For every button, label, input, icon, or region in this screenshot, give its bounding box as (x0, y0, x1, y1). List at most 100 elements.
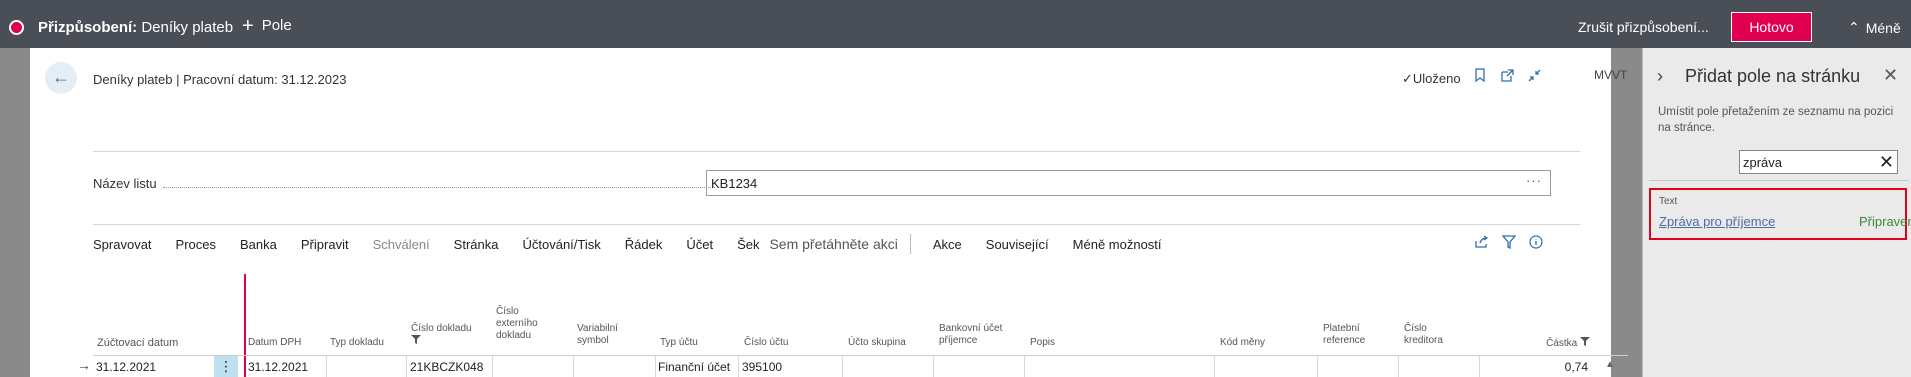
action-fewer-options[interactable]: Méně možností (1073, 237, 1162, 252)
divider (93, 151, 1580, 152)
col-doc-type[interactable]: Typ dokladu (330, 337, 384, 349)
cell-separator (842, 355, 843, 377)
col-amount-label: Částka (1546, 338, 1578, 349)
more-icon[interactable]: ··· (1526, 173, 1542, 188)
close-icon[interactable]: ✕ (1883, 65, 1898, 86)
cell-separator (1398, 355, 1399, 377)
filter-icon (1580, 337, 1590, 349)
collapse-icon[interactable] (1527, 68, 1542, 87)
plus-icon: + (242, 14, 254, 37)
action-process[interactable]: Proces (176, 237, 216, 252)
row-menu-icon[interactable]: ⋮ (214, 356, 238, 377)
saved-label: Uloženo (1412, 71, 1461, 86)
filter-icon (411, 335, 421, 347)
leader-dots (162, 180, 715, 188)
col-doc-no[interactable]: Číslo dokladu (411, 323, 472, 348)
cell-acc-no[interactable]: 395100 (742, 360, 782, 374)
search-result[interactable]: Text Zpráva pro příjemce Připraveno (1649, 180, 1911, 240)
user-initials[interactable]: MVVT (1594, 68, 1627, 82)
action-line[interactable]: Řádek (625, 237, 663, 252)
share-icon[interactable] (1474, 235, 1489, 252)
action-approval[interactable]: Schválení (373, 237, 430, 252)
drop-indicator (244, 274, 246, 377)
cell-separator (1317, 355, 1318, 377)
cancel-customization-button[interactable]: Zrušit přizpůsobení... (1578, 19, 1709, 35)
action-posting-print[interactable]: Účtování/Tisk (522, 237, 600, 252)
action-separator (909, 234, 911, 254)
col-pay-ref[interactable]: Platební reference (1323, 323, 1383, 347)
cell-separator (573, 355, 574, 377)
action-account[interactable]: Účet (686, 237, 713, 252)
col-acc-no[interactable]: Číslo účtu (744, 337, 788, 349)
col-description[interactable]: Popis (1030, 337, 1055, 349)
left-gutter (0, 48, 30, 377)
bookmark-icon[interactable] (1474, 68, 1486, 87)
page-card: ← Deníky plateb | Pracovní datum: 31.12.… (30, 48, 1628, 377)
search-value: zpráva (1743, 155, 1783, 170)
action-related[interactable]: Související (986, 237, 1049, 252)
divider (93, 224, 1580, 225)
title-bold: Přizpůsobení: (38, 19, 138, 36)
field-search-input[interactable]: zpráva ✕ (1739, 150, 1898, 174)
saved-status: ✓Uloženo (1402, 71, 1461, 87)
result-status: Připraveno (1859, 214, 1911, 229)
breadcrumb: Deníky plateb | Pracovní datum: 31.12.20… (93, 72, 347, 87)
action-page[interactable]: Stránka (454, 237, 499, 252)
col-var-symbol[interactable]: Variabilní symbol (577, 323, 629, 347)
scroll-up-icon[interactable]: ▲ (1605, 359, 1615, 370)
info-icon[interactable] (1529, 235, 1543, 252)
add-field-label: Pole (261, 17, 292, 34)
cell-amount[interactable]: 0,74 (1530, 360, 1588, 374)
sheet-name-input[interactable]: KB1234 ··· (706, 170, 1551, 196)
result-field-link[interactable]: Zpráva pro příjemce (1659, 214, 1775, 229)
less-button[interactable]: ⌃ Méně (1848, 19, 1901, 36)
action-bar: Spravovat Proces Banka Připravit Schvále… (93, 234, 1186, 254)
cell-separator (1024, 355, 1025, 377)
clear-search-icon[interactable]: ✕ (1879, 151, 1894, 173)
col-posting-date[interactable]: Zúčtovací datum (97, 337, 178, 349)
cell-vat-date[interactable]: 31.12.2021 (248, 360, 308, 374)
col-vendor-no[interactable]: Číslo kreditora (1404, 323, 1454, 347)
action-actions[interactable]: Akce (933, 237, 962, 252)
cell-separator (1479, 355, 1480, 377)
check-icon: ✓ (1402, 71, 1413, 86)
col-acc-type[interactable]: Typ účtu (660, 337, 698, 349)
panel-description: Umístit pole přetažením ze seznamu na po… (1658, 106, 1894, 134)
sheet-name-label-text: Název listu (93, 176, 157, 191)
cell-acc-type[interactable]: Finanční účet (658, 360, 730, 374)
done-button[interactable]: Hotovo (1731, 12, 1812, 42)
result-group: Text (1659, 196, 1678, 207)
cell-separator (406, 355, 407, 377)
cell-separator (933, 355, 934, 377)
back-button[interactable]: ← (45, 62, 77, 94)
customization-title: Přizpůsobení: Deníky plateb (38, 19, 233, 36)
col-acc-group[interactable]: Účto skupina (848, 337, 906, 349)
col-ext-doc-no[interactable]: Číslo externího dokladu (496, 306, 546, 342)
sheet-name-label: Název listu (93, 176, 723, 191)
cell-separator (738, 355, 739, 377)
title-rest: Deníky plateb (137, 19, 234, 36)
chevron-right-icon[interactable]: › (1657, 66, 1663, 87)
drop-action-hint: Sem přetáhněte akci (769, 236, 898, 252)
cell-separator (1214, 355, 1215, 377)
add-field-button[interactable]: + Pole (242, 14, 292, 37)
open-new-window-icon[interactable] (1500, 68, 1515, 87)
col-bank-acc[interactable]: Bankovní účet příjemce (939, 323, 1019, 347)
customization-bar: Přizpůsobení: Deníky plateb + Pole Zruši… (0, 0, 1911, 48)
cell-separator (655, 355, 656, 377)
right-gutter (1611, 48, 1642, 377)
col-currency[interactable]: Kód měny (1220, 337, 1265, 349)
chevron-up-icon: ⌃ (1848, 19, 1860, 35)
action-bank[interactable]: Banka (240, 237, 277, 252)
record-icon (9, 20, 24, 35)
panel-title: Přidat pole na stránku (1685, 66, 1861, 86)
action-manage[interactable]: Spravovat (93, 237, 152, 252)
cell-doc-no[interactable]: 21KBCZK048 (410, 360, 483, 374)
cell-posting-date[interactable]: 31.12.2021 (96, 360, 156, 374)
filter-icon[interactable] (1501, 235, 1517, 252)
col-vat-date[interactable]: Datum DPH (248, 337, 301, 349)
col-amount[interactable]: Částka (1515, 337, 1590, 350)
action-check[interactable]: Šek (737, 237, 759, 252)
sheet-name-value: KB1234 (711, 176, 758, 191)
action-prepare[interactable]: Připravit (301, 237, 349, 252)
